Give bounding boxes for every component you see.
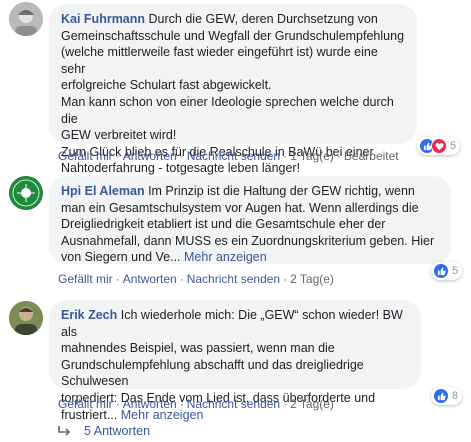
like-reaction-icon [433, 263, 449, 279]
comment-text-line: Ausnahmefall, dann MUSS es ein Zuordnung… [61, 233, 435, 248]
comment-text-line: von Siegern und Ve... [61, 250, 181, 265]
comment-actions: Gefällt mir · Antworten · Nachricht senden · 2… [58, 397, 334, 411]
view-replies-link[interactable]: 5 Antworten [58, 424, 150, 438]
comment-bubble: Erik Zech Ich wiederhole mich: Die „GEW“… [49, 300, 421, 422]
like-link[interactable]: Gefällt mir [58, 397, 113, 411]
send-message-link[interactable]: Nachricht senden [187, 149, 280, 163]
reply-link[interactable]: Antworten [123, 149, 177, 163]
send-message-link[interactable]: Nachricht senden [187, 397, 280, 411]
comment-text-line: Man kann schon von einer Ideologie sprec… [61, 94, 394, 126]
avatar[interactable] [9, 301, 43, 335]
comment-text-line: (welche mittlerweile fast wieder eingefü… [61, 45, 378, 76]
comment-text-line: man ein Gesamtschulsystem vor Augen hat.… [61, 200, 419, 215]
show-more-link[interactable]: Mehr anzeigen [184, 250, 267, 264]
edited-label[interactable]: Bearbeitet [344, 149, 399, 163]
comment-bubble: Hpi El Aleman Im Prinzip ist die Haltung… [49, 176, 451, 264]
comment-text-line: Nahtoderfahrung - totgesagte leben länge… [61, 161, 301, 176]
avatar-photo-icon [9, 301, 43, 335]
comment-author[interactable]: Erik Zech [61, 308, 117, 322]
comment-text-line: erfolgreiche Schulart fast abgewickelt. [61, 78, 272, 93]
comment-text-line: GEW verbreitet wird! [61, 128, 177, 143]
avatar-logo-icon [9, 176, 43, 210]
reaction-count: 5 [452, 265, 459, 277]
reply-arrow-icon [58, 426, 71, 436]
send-message-link[interactable]: Nachricht senden [187, 272, 280, 286]
like-link[interactable]: Gefällt mir [58, 272, 113, 286]
comment-text-line: Im Prinzip ist die Haltung der GEW richt… [148, 184, 415, 198]
comment-author[interactable]: Kai Fuhrmann [61, 12, 145, 26]
avatar[interactable] [9, 2, 43, 36]
comment-bubble: Kai Fuhrmann Durch die GEW, deren Durchs… [49, 4, 417, 175]
reactions-badge[interactable]: 5 [417, 137, 461, 155]
comment-text-line: Gemeinschaftsschule und Wegfall der Grun… [61, 28, 405, 43]
avatar-photo-icon [9, 2, 43, 36]
comment-text-line: mahnendes Beispiel, was passiert, wenn m… [61, 341, 335, 356]
comment-actions: Gefällt mir · Antworten · Nachricht senden · 2… [58, 272, 334, 286]
replies-count-label: 5 Antworten [84, 424, 151, 438]
timestamp[interactable]: 2 Tag(e) [290, 397, 334, 411]
like-reaction-icon [433, 388, 449, 404]
reactions-badge[interactable]: 5 [431, 262, 463, 280]
comment-author[interactable]: Hpi El Aleman [61, 184, 145, 198]
reply-link[interactable]: Antworten [123, 397, 177, 411]
reaction-count: 5 [450, 140, 457, 152]
comment-text-line: Dreigliedrigkeit etabliert ist und die G… [61, 217, 386, 232]
love-reaction-icon [431, 138, 447, 154]
reaction-count: 8 [452, 390, 459, 402]
timestamp[interactable]: 2 Tag(e) [290, 272, 334, 286]
avatar[interactable] [9, 176, 43, 210]
like-link[interactable]: Gefällt mir [58, 149, 113, 163]
timestamp[interactable]: 1 Tag(e) [290, 149, 334, 163]
comment-text-line: Durch die GEW, deren Durchsetzung von [148, 12, 378, 26]
comment-text-line: Grundschulempfehlung abschafft und das d… [61, 357, 364, 389]
reactions-badge[interactable]: 8 [431, 387, 463, 405]
reply-link[interactable]: Antworten [123, 272, 177, 286]
comment-actions: Gefällt mir · Antworten · Nachricht senden · 1… [58, 149, 399, 163]
